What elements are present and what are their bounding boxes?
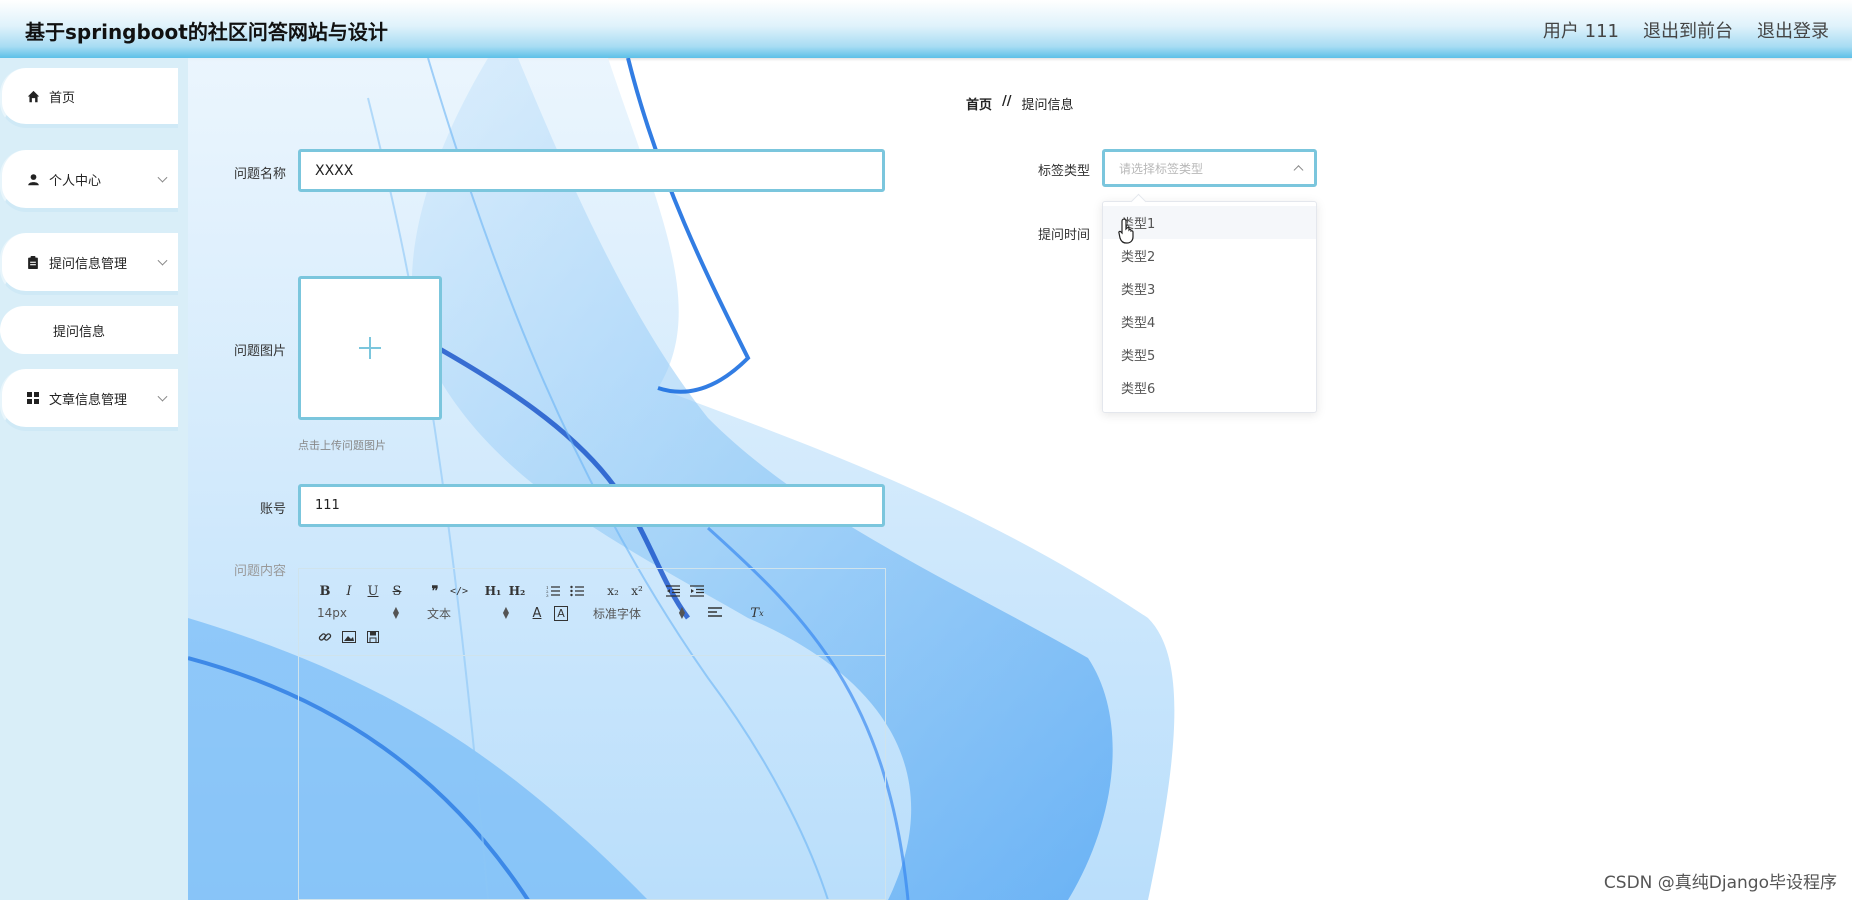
editor-toolbar-row-1: B I U S ❞ </> H₁ H₂ 123 x₂ x² <box>313 581 709 601</box>
font-size-value: 14px <box>317 606 347 620</box>
text-style-value: 文本 <box>427 606 452 621</box>
strikethrough-icon[interactable]: S <box>385 581 409 601</box>
blockquote-icon[interactable]: ❞ <box>423 581 447 601</box>
back-to-front-link[interactable]: 退出到前台 <box>1643 17 1733 43</box>
question-name-label: 问题名称 <box>233 167 286 182</box>
chevron-down-icon <box>157 172 168 183</box>
sidebar-item-home[interactable]: 首页 <box>0 68 178 128</box>
font-family-value: 标准字体 <box>593 606 642 621</box>
editor-toolbar-row-2: 14px ▲ ▼ 文本 ▲ ▼ A A 标准字体 ▲ ▼ Tx <box>317 603 769 623</box>
chevron-down-icon <box>157 391 168 402</box>
sidebar-item-question-management[interactable]: 提问信息管理 <box>0 233 178 295</box>
chevron-up-icon <box>1293 165 1304 176</box>
grid-icon <box>26 391 40 405</box>
question-image-label: 问题图片 <box>233 344 286 359</box>
code-block-icon[interactable]: </> <box>447 581 471 601</box>
superscript-icon[interactable]: x² <box>625 581 649 601</box>
subscript-icon[interactable]: x₂ <box>601 581 625 601</box>
breadcrumb-current: 提问信息 <box>1021 98 1074 113</box>
sidebar-item-label: 首页 <box>49 90 76 106</box>
plus-icon <box>359 337 381 359</box>
background-color-icon[interactable]: A <box>549 603 573 623</box>
image-icon[interactable] <box>337 627 361 647</box>
chevron-down-icon <box>157 255 168 266</box>
underline-icon[interactable]: U <box>361 581 385 601</box>
hand-cursor-icon <box>1118 218 1134 244</box>
sidebar-item-personal-center[interactable]: 个人中心 <box>0 150 178 212</box>
question-content-label: 问题内容 <box>233 564 286 579</box>
indent-icon[interactable] <box>685 581 709 601</box>
breadcrumb-separator: // <box>1002 94 1012 109</box>
top-header: 基于springboot的社区问答网站与设计 用户 111 退出到前台 退出登录 <box>0 0 1852 58</box>
clear-format-icon[interactable]: Tx <box>745 603 769 623</box>
sidebar: 首页 个人中心 提问信息管理 提问信息 文章信息管理 <box>0 58 188 900</box>
font-size-select[interactable]: 14px ▲ ▼ <box>317 605 399 621</box>
watermark: CSDN @真纯Django毕设程序 <box>1603 873 1837 893</box>
dropdown-option[interactable]: 类型5 <box>1103 338 1316 371</box>
breadcrumb: 首页 // 提问信息 <box>966 94 1074 113</box>
video-icon[interactable] <box>361 627 385 647</box>
heading-2-icon[interactable]: H₂ <box>505 581 529 601</box>
account-label: 账号 <box>259 502 286 517</box>
user-icon <box>26 172 40 186</box>
ask-time-label: 提问时间 <box>1037 228 1090 243</box>
dropdown-option[interactable]: 类型3 <box>1103 272 1316 305</box>
align-icon[interactable] <box>703 603 727 623</box>
outdent-icon[interactable] <box>661 581 685 601</box>
heading-1-icon[interactable]: H₁ <box>481 581 505 601</box>
svg-text:3: 3 <box>546 593 549 597</box>
bold-icon[interactable]: B <box>313 581 337 601</box>
tag-type-select[interactable]: 请选择标签类型 <box>1102 149 1317 187</box>
text-style-select[interactable]: 文本 ▲ ▼ <box>427 605 509 622</box>
user-label: 用户 111 <box>1542 21 1619 42</box>
bullet-list-icon[interactable] <box>565 581 589 601</box>
select-arrows-icon: ▲ ▼ <box>678 605 685 620</box>
editor-toolbar-row-3 <box>313 627 385 647</box>
ordered-list-icon[interactable]: 123 <box>541 581 565 601</box>
select-arrows-icon: ▲ ▼ <box>502 605 509 620</box>
image-upload-box[interactable] <box>298 276 442 420</box>
logout-link[interactable]: 退出登录 <box>1757 17 1829 43</box>
italic-icon[interactable]: I <box>337 581 361 601</box>
link-icon[interactable] <box>313 627 337 647</box>
home-icon <box>26 89 40 103</box>
tag-type-placeholder: 请选择标签类型 <box>1119 161 1204 176</box>
breadcrumb-home[interactable]: 首页 <box>966 94 992 113</box>
app-title: 基于springboot的社区问答网站与设计 <box>25 20 388 44</box>
clipboard-icon <box>26 255 40 269</box>
rich-text-editor[interactable]: B I U S ❞ </> H₁ H₂ 123 x₂ x² 14px ▲ ▼ 文本… <box>298 568 886 900</box>
header-links: 用户 111 退出到前台 退出登录 <box>1543 17 1829 43</box>
sidebar-item-label: 文章信息管理 <box>49 392 128 408</box>
dropdown-option[interactable]: 类型4 <box>1103 305 1316 338</box>
font-color-icon[interactable]: A <box>525 603 549 623</box>
question-name-input[interactable]: XXXX <box>298 149 885 192</box>
tag-type-label: 标签类型 <box>1037 164 1090 179</box>
sidebar-subitem-question-info[interactable]: 提问信息 <box>0 306 178 354</box>
sidebar-item-label: 个人中心 <box>49 173 102 189</box>
dropdown-option[interactable]: 类型6 <box>1103 371 1316 404</box>
sidebar-item-article-management[interactable]: 文章信息管理 <box>0 369 178 431</box>
upload-hint: 点击上传问题图片 <box>298 439 386 452</box>
select-arrows-icon: ▲ ▼ <box>392 605 399 620</box>
account-input[interactable]: 111 <box>298 484 885 527</box>
sidebar-item-label: 提问信息管理 <box>49 256 128 272</box>
editor-divider <box>299 655 885 656</box>
sidebar-item-label: 提问信息 <box>53 324 106 340</box>
font-family-select[interactable]: 标准字体 ▲ ▼ <box>593 605 685 622</box>
